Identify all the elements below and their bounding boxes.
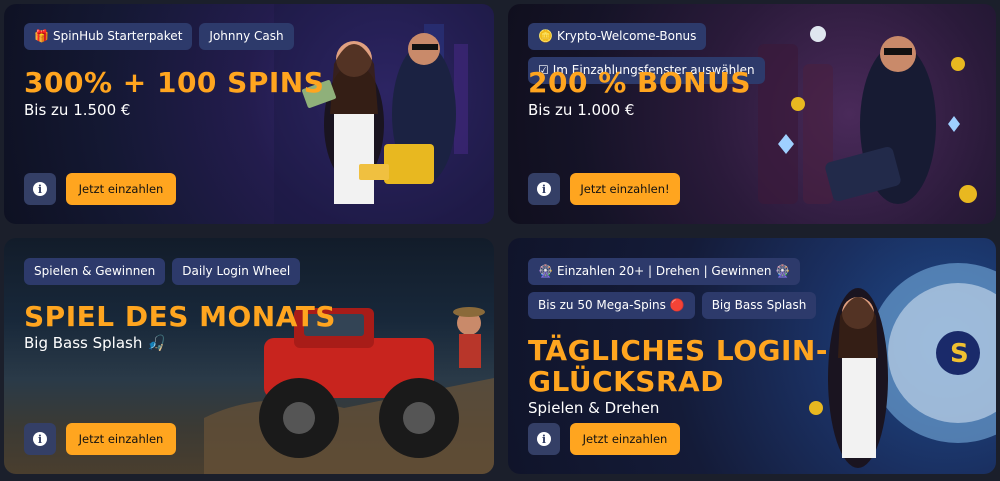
badge-row: Spielen & Gewinnen Daily Login Wheel xyxy=(24,258,324,285)
info-button[interactable]: i xyxy=(24,423,56,455)
badge-label: Einzahlen 20+ | Drehen | Gewinnen xyxy=(556,264,772,278)
promo-card-game-of-month[interactable]: Spielen & Gewinnen Daily Login Wheel SPI… xyxy=(4,238,494,474)
badge-mega-spins: Bis zu 50 Mega-Spins 🔴 xyxy=(528,292,695,319)
badge-deposit-spin-win: 🎡 Einzahlen 20+ | Drehen | Gewinnen 🎡 xyxy=(528,258,801,285)
headline-line-1: TÄGLICHES LOGIN- xyxy=(528,334,828,367)
info-button[interactable]: i xyxy=(528,423,560,455)
promo-subline: Spielen & Drehen xyxy=(528,399,660,417)
badge-label: Krypto-Welcome-Bonus xyxy=(556,29,697,43)
promo-headline: SPIEL DES MONATS xyxy=(24,300,336,333)
info-icon: i xyxy=(537,432,551,446)
headline-line-2: GLÜCKSRAD xyxy=(528,365,724,398)
info-button[interactable]: i xyxy=(528,173,560,205)
deposit-button[interactable]: Jetzt einzahlen xyxy=(66,423,176,455)
badge-label: Johnny Cash xyxy=(209,29,284,43)
badge-play-win: Spielen & Gewinnen xyxy=(24,258,166,285)
fishing-icon: 🎣 xyxy=(147,334,166,352)
subline-text: Big Bass Splash xyxy=(24,334,143,352)
badge-label: Daily Login Wheel xyxy=(182,264,291,278)
badge-label: SpinHub Starterpaket xyxy=(52,29,183,43)
promo-actions: i Jetzt einzahlen xyxy=(528,423,680,455)
red-dot-icon: 🔴 xyxy=(669,298,685,312)
badge-big-bass-splash: Big Bass Splash xyxy=(701,292,817,319)
promo-card-crypto[interactable]: 🪙 Krypto-Welcome-Bonus ☑ Im Einzahlungsfen… xyxy=(508,4,996,224)
coin-icon: 🪙 xyxy=(538,29,553,43)
badge-crypto-welcome: 🪙 Krypto-Welcome-Bonus xyxy=(528,23,707,50)
promo-headline: TÄGLICHES LOGIN- GLÜCKSRAD xyxy=(528,335,828,397)
badge-row: 🎁 SpinHub Starterpaket Johnny Cash xyxy=(24,23,324,50)
promo-subline: Big Bass Splash 🎣 xyxy=(24,334,166,352)
gift-icon: 🎁 xyxy=(34,29,49,43)
info-icon: i xyxy=(33,432,47,446)
deposit-button[interactable]: Jetzt einzahlen! xyxy=(570,173,680,205)
promo-headline: 300% + 100 SPINS xyxy=(24,66,325,99)
badge-label: Big Bass Splash xyxy=(711,298,807,312)
promo-card-daily-wheel[interactable]: S 🎡 Einzahlen 20+ | Drehen | Gewinnen 🎡 B… xyxy=(508,238,996,474)
promo-actions: i Jetzt einzahlen xyxy=(24,173,176,205)
badge-daily-login-wheel: Daily Login Wheel xyxy=(172,258,301,285)
info-button[interactable]: i xyxy=(24,173,56,205)
promo-subline: Bis zu 1.500 € xyxy=(24,101,131,119)
promo-actions: i Jetzt einzahlen xyxy=(24,423,176,455)
badge-row: 🎡 Einzahlen 20+ | Drehen | Gewinnen 🎡 Bis… xyxy=(528,258,898,319)
badge-label: Bis zu 50 Mega-Spins xyxy=(538,298,666,312)
deposit-button[interactable]: Jetzt einzahlen xyxy=(570,423,680,455)
info-icon: i xyxy=(33,182,47,196)
promo-headline: 200 % BONUS xyxy=(528,66,751,99)
wheel-icon: 🎡 xyxy=(538,264,553,278)
badge-starter-package: 🎁 SpinHub Starterpaket xyxy=(24,23,193,50)
deposit-button[interactable]: Jetzt einzahlen xyxy=(66,173,176,205)
promo-card-starter[interactable]: 🎁 SpinHub Starterpaket Johnny Cash 300% +… xyxy=(4,4,494,224)
promo-subline: Bis zu 1.000 € xyxy=(528,101,635,119)
wheel-icon: 🎡 xyxy=(775,264,791,278)
info-icon: i xyxy=(537,182,551,196)
badge-label: Spielen & Gewinnen xyxy=(34,264,156,278)
monster-truck-illustration xyxy=(204,307,494,474)
promo-actions: i Jetzt einzahlen! xyxy=(528,173,680,205)
badge-johnny-cash: Johnny Cash xyxy=(199,23,294,50)
svg-text:S: S xyxy=(950,339,969,369)
